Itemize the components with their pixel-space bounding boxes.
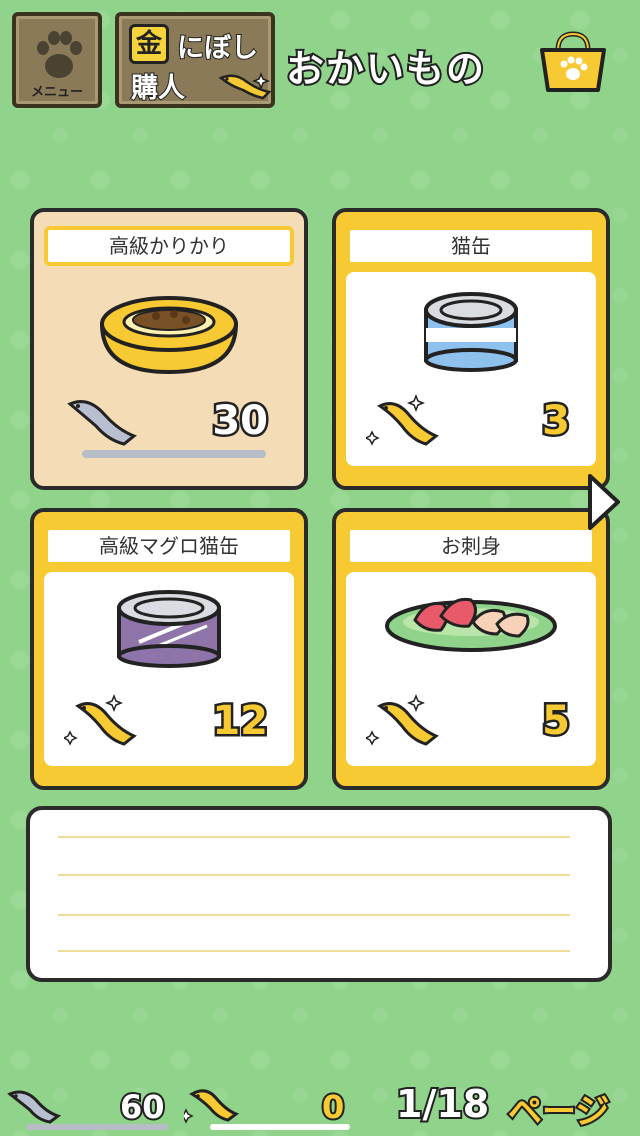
page-label: ページ	[506, 1090, 611, 1134]
buy-gold-niboshi-button[interactable]: 金 にぼし 購人	[115, 12, 275, 108]
item-price: 3	[540, 396, 573, 447]
paw-icon	[37, 31, 82, 78]
shop-item-premium-kibble[interactable]: 高級かりかり 30	[30, 208, 308, 490]
gold-niboshi-count: 0	[320, 1086, 346, 1128]
shop-item-cat-can[interactable]: 猫缶 3	[332, 208, 610, 490]
kibble-bowl-icon	[99, 296, 239, 375]
silver-fish-icon	[7, 1090, 62, 1124]
gold-fish-icon	[64, 693, 137, 746]
gold-fish-icon	[366, 693, 439, 746]
gold-fish-icon	[366, 393, 439, 446]
sashimi-plate-icon	[385, 597, 557, 652]
silver-fish-icon	[67, 400, 137, 446]
menu-button[interactable]: メニュー	[12, 12, 102, 108]
item-name: 高級マグロ猫缶	[44, 526, 294, 566]
gold-fish-icon	[218, 71, 272, 100]
page-title: おかいもの	[284, 45, 487, 93]
tuna-can-icon	[117, 590, 221, 668]
item-price: 30	[210, 396, 271, 447]
item-name: お刺身	[346, 526, 596, 566]
cat-can-icon	[424, 292, 518, 372]
item-description-box	[26, 806, 612, 982]
item-price: 12	[210, 696, 271, 747]
page-number: 1/18	[394, 1080, 491, 1128]
item-name: 猫缶	[346, 226, 596, 266]
next-page-arrow-icon[interactable]	[584, 470, 624, 534]
shop-item-premium-tuna-can[interactable]: 高級マグロ猫缶 12	[30, 508, 308, 790]
buy-label-line2: 購人	[130, 72, 186, 105]
gold-fish-icon	[184, 1089, 240, 1124]
buy-label-line1: にぼし	[176, 32, 259, 65]
menu-label: メニュー	[30, 85, 83, 100]
item-price: 5	[540, 696, 573, 747]
silver-niboshi-count: 60	[118, 1086, 166, 1128]
gold-badge: 金	[129, 24, 169, 64]
shopping-bag-icon	[540, 31, 606, 92]
item-name: 高級かりかり	[44, 226, 294, 266]
shop-item-sashimi[interactable]: お刺身 5	[332, 508, 610, 790]
